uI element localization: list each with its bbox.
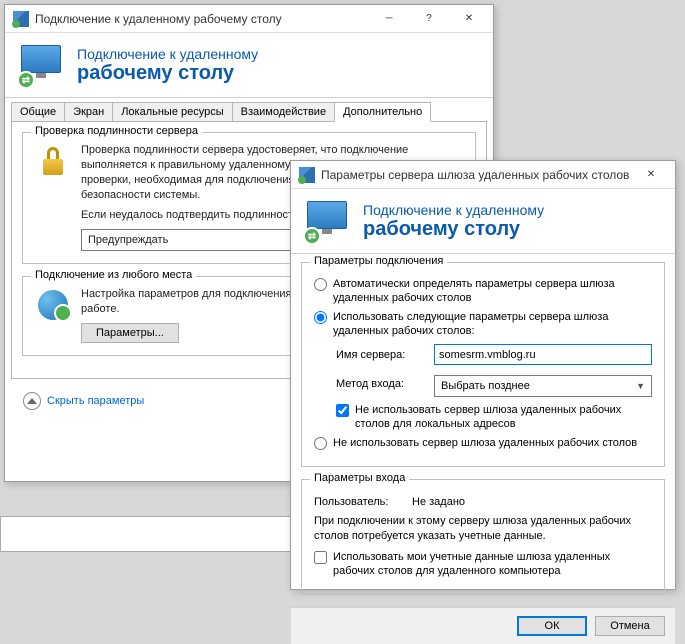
sub-window-title: Параметры сервера шлюза удаленных рабочи… bbox=[321, 168, 631, 182]
tab-local-resources[interactable]: Локальные ресурсы bbox=[112, 102, 232, 122]
tab-advanced[interactable]: Дополнительно bbox=[334, 102, 431, 122]
rdp-header-icon: ⇄ bbox=[307, 201, 351, 241]
gateway-settings-dialog: Параметры сервера шлюза удаленных рабочи… bbox=[290, 160, 676, 590]
background-panel bbox=[0, 516, 296, 552]
main-titlebar[interactable]: Подключение к удаленному рабочему столу … bbox=[5, 5, 493, 33]
rdp-header-icon: ⇄ bbox=[21, 45, 65, 85]
user-label: Пользователь: bbox=[314, 496, 404, 508]
radio-auto-detect-input[interactable] bbox=[314, 278, 327, 291]
hide-options-label: Скрыть параметры bbox=[47, 395, 144, 407]
login-method-label: Метод входа: bbox=[336, 378, 426, 390]
credentials-note: При подключении к этому серверу шлюза уд… bbox=[314, 514, 652, 544]
tab-experience[interactable]: Взаимодействие bbox=[232, 102, 335, 122]
tab-display[interactable]: Экран bbox=[64, 102, 113, 122]
auth-mode-value: Предупреждать bbox=[88, 233, 168, 248]
sub-header: ⇄ Подключение к удаленному рабочему стол… bbox=[291, 189, 675, 254]
close-button[interactable]: ✕ bbox=[449, 7, 489, 31]
radio-auto-detect-label: Автоматически определять параметры серве… bbox=[333, 277, 652, 306]
share-credentials-label: Использовать мои учетные данные шлюза уд… bbox=[333, 550, 652, 579]
bypass-local-checkbox[interactable]: Не использовать сервер шлюза удаленных р… bbox=[336, 403, 652, 432]
tab-strip: Общие Экран Локальные ресурсы Взаимодейс… bbox=[5, 98, 493, 122]
login-method-dropdown[interactable]: Выбрать позднее ▼ bbox=[434, 375, 652, 397]
close-button[interactable]: ✕ bbox=[631, 163, 671, 187]
collapse-icon bbox=[23, 392, 41, 410]
bypass-local-label: Не использовать сервер шлюза удаленных р… bbox=[355, 403, 652, 432]
radio-no-gateway-label: Не использовать сервер шлюза удаленных р… bbox=[333, 436, 637, 450]
radio-no-gateway-input[interactable] bbox=[314, 437, 327, 450]
radio-auto-detect[interactable]: Автоматически определять параметры серве… bbox=[314, 277, 652, 306]
login-params-legend: Параметры входа bbox=[310, 472, 409, 484]
connection-params-legend: Параметры подключения bbox=[310, 255, 447, 267]
ok-button[interactable]: ОК bbox=[517, 616, 587, 636]
sub-header-line1: Подключение к удаленному bbox=[363, 202, 544, 218]
share-credentials-checkbox[interactable]: Использовать мои учетные данные шлюза уд… bbox=[314, 550, 652, 579]
radio-use-settings-input[interactable] bbox=[314, 311, 327, 324]
server-auth-legend: Проверка подлинности сервера bbox=[31, 125, 202, 137]
lock-icon bbox=[35, 143, 71, 179]
radio-no-gateway[interactable]: Не использовать сервер шлюза удаленных р… bbox=[314, 436, 652, 450]
cancel-button[interactable]: Отмена bbox=[595, 616, 665, 636]
tab-general[interactable]: Общие bbox=[11, 102, 65, 122]
auth-mode-dropdown[interactable]: Предупреждать ▼ bbox=[81, 229, 311, 251]
gateway-settings-button[interactable]: Параметры... bbox=[81, 323, 179, 343]
chevron-down-icon: ▼ bbox=[636, 381, 645, 391]
sub-header-line2: рабочему столу bbox=[363, 218, 544, 241]
dialog-footer: ОК Отмена bbox=[291, 607, 675, 644]
main-header: ⇄ Подключение к удаленному рабочему стол… bbox=[5, 33, 493, 98]
rdp-app-icon bbox=[299, 167, 315, 183]
share-credentials-input[interactable] bbox=[314, 551, 327, 564]
header-line2: рабочему столу bbox=[77, 62, 258, 85]
rdp-app-icon bbox=[13, 11, 29, 27]
server-name-label: Имя сервера: bbox=[336, 349, 426, 361]
login-params-group: Параметры входа Пользователь: Не задано … bbox=[301, 479, 665, 595]
main-window-title: Подключение к удаленному рабочему столу bbox=[35, 12, 369, 26]
connection-params-group: Параметры подключения Автоматически опре… bbox=[301, 262, 665, 467]
connect-anywhere-legend: Подключение из любого места bbox=[31, 269, 196, 281]
help-button[interactable]: ? bbox=[409, 7, 449, 31]
radio-use-settings-label: Использовать следующие параметры сервера… bbox=[333, 310, 652, 339]
minimize-button[interactable]: ─ bbox=[369, 7, 409, 31]
radio-use-settings[interactable]: Использовать следующие параметры сервера… bbox=[314, 310, 652, 339]
user-value: Не задано bbox=[412, 496, 465, 508]
header-line1: Подключение к удаленному bbox=[77, 46, 258, 62]
globe-icon bbox=[35, 287, 71, 323]
server-name-input[interactable] bbox=[434, 344, 652, 365]
bypass-local-input[interactable] bbox=[336, 404, 349, 417]
sub-titlebar[interactable]: Параметры сервера шлюза удаленных рабочи… bbox=[291, 161, 675, 189]
login-method-value: Выбрать позднее bbox=[441, 380, 530, 392]
